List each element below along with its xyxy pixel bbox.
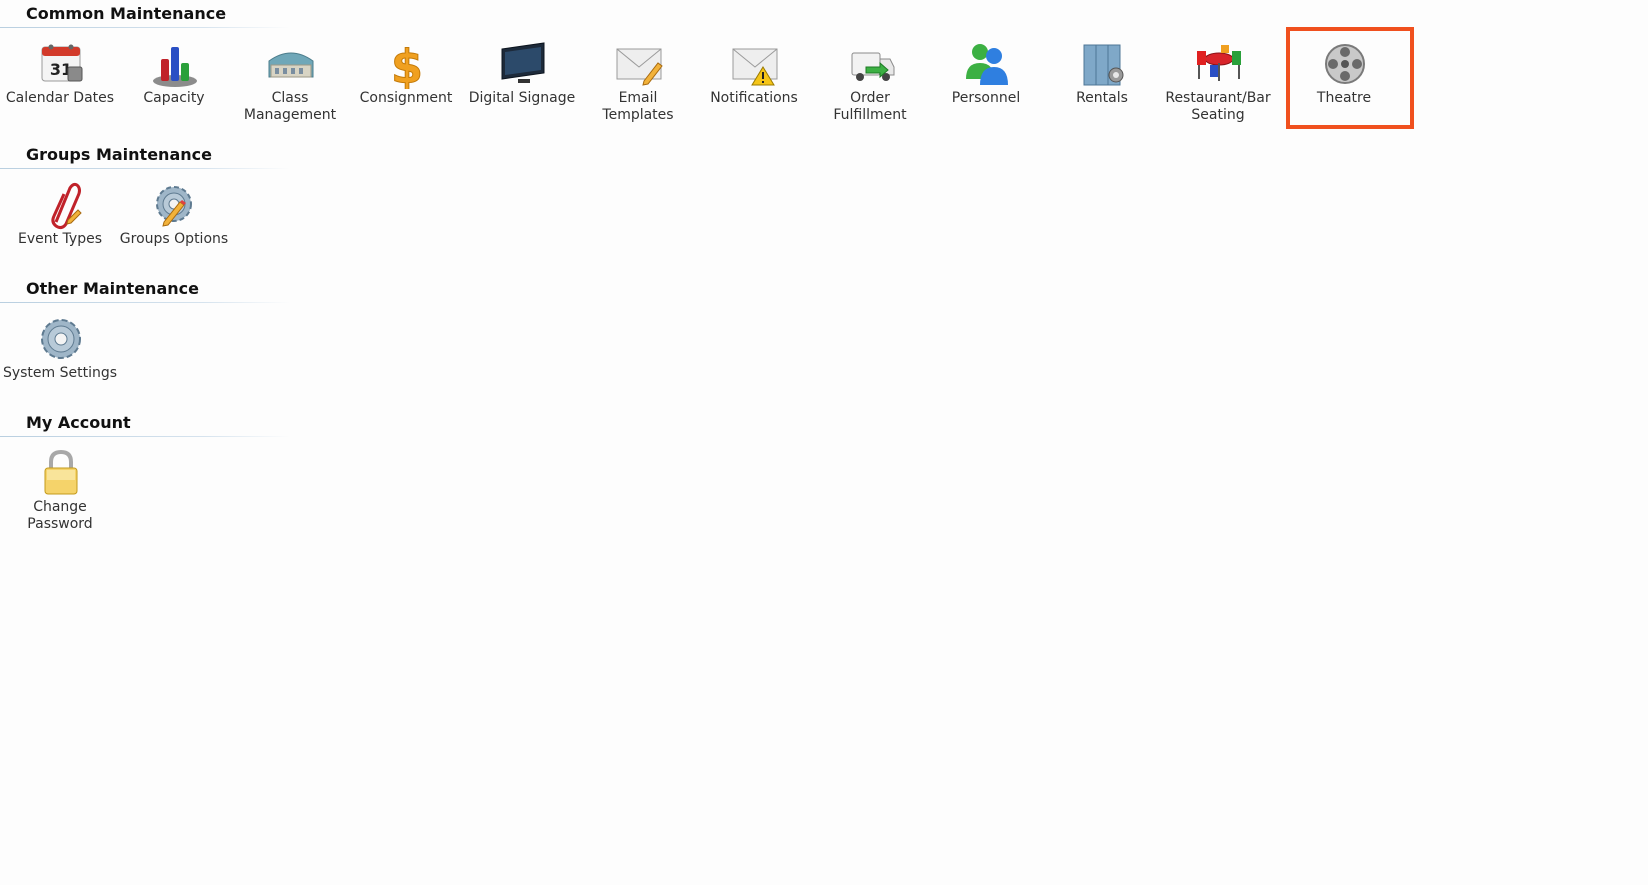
bar-chart-icon [150,39,200,89]
tile-label: Rentals [1076,90,1128,106]
tile-label: Restaurant/Bar Seating [1165,90,1271,123]
tile-label: Theatre [1316,90,1372,106]
maintenance-page: Common Maintenance 31 Calendar Dates Cap… [0,0,1648,885]
tile-class-management[interactable]: Class Management [230,31,350,127]
tile-rentals[interactable]: Rentals [1042,31,1162,127]
tile-email-templates[interactable]: Email Templates [578,31,698,127]
tile-restaurant-bar-seating[interactable]: Restaurant/Bar Seating [1158,31,1278,127]
section-divider [0,168,290,169]
tile-label: Groups Options [119,231,229,247]
svg-text:$: $ [391,40,423,89]
calendar-icon: 31 [36,39,86,89]
dollar-icon: $ [382,39,432,90]
tile-event-types[interactable]: Event Types [0,172,120,268]
tile-system-settings[interactable]: System Settings [0,306,120,402]
tile-label: Personnel [951,90,1021,106]
section-title: Other Maintenance [26,279,199,298]
tile-label: Class Management [243,90,337,123]
delivery-truck-icon [846,39,896,89]
section-divider [0,436,290,437]
section-title: My Account [26,413,131,432]
tile-label: Calendar Dates [5,90,115,106]
tile-label: Event Types [17,231,102,247]
tile-personnel[interactable]: Personnel [926,31,1046,127]
section-divider [0,27,290,28]
tile-theatre[interactable]: Theatre [1286,27,1414,129]
envelope-warning-icon [730,39,780,89]
section-title: Common Maintenance [26,4,227,23]
people-icon [962,39,1012,89]
tile-digital-signage[interactable]: Digital Signage [462,31,582,127]
tile-calendar-dates[interactable]: 31 Calendar Dates [0,31,120,127]
tile-label: Change Password [27,499,93,532]
locker-icon [1078,39,1128,89]
envelope-pencil-icon [614,39,664,89]
tile-label: Digital Signage [468,90,576,106]
table-chairs-icon [1194,39,1244,89]
tile-consignment[interactable]: $ Consignment [346,31,466,127]
tile-label: Capacity [143,90,205,106]
gear-icon [36,314,86,364]
building-icon [266,39,316,89]
tile-label: Order Fulfillment [833,90,907,123]
paperclip-icon [36,180,86,230]
tile-label: Email Templates [602,90,674,123]
tile-groups-options[interactable]: Groups Options [114,172,234,268]
tile-notifications[interactable]: Notifications [694,31,814,127]
section-title: Groups Maintenance [26,145,212,164]
monitor-icon [498,39,548,89]
tile-label: Consignment [359,90,453,106]
tile-order-fulfillment[interactable]: Order Fulfillment [810,31,930,127]
tile-change-password[interactable]: Change Password [0,440,120,536]
tile-capacity[interactable]: Capacity [114,31,234,127]
film-reel-icon [1320,39,1370,89]
tile-label: Notifications [710,90,798,106]
section-divider [0,302,290,303]
gear-pencil-icon [150,180,200,230]
tile-label: System Settings [2,365,118,381]
lock-icon [36,448,86,498]
